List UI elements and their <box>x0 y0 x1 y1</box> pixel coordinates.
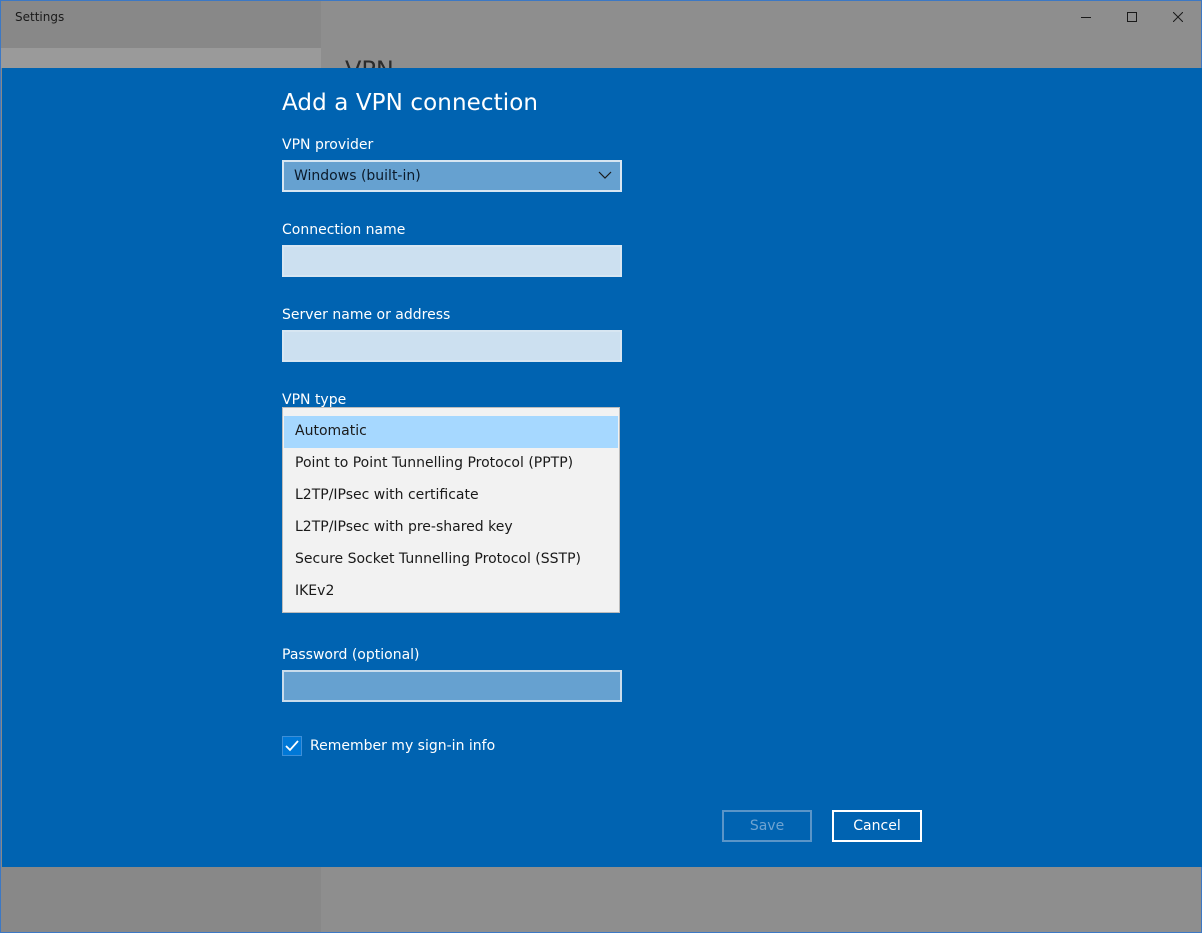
maximize-button[interactable] <box>1109 1 1155 33</box>
connection-name-label: Connection name <box>282 222 406 238</box>
password-label: Password (optional) <box>282 647 420 663</box>
maximize-icon <box>1127 12 1137 22</box>
remember-checkbox[interactable] <box>282 736 302 756</box>
vpn-type-dropdown-list: Automatic Point to Point Tunnelling Prot… <box>282 407 620 613</box>
vpn-type-option-ikev2[interactable]: IKEv2 <box>284 576 618 608</box>
chevron-down-icon <box>598 171 612 179</box>
window-title: Settings <box>15 10 65 24</box>
close-button[interactable] <box>1155 1 1201 33</box>
vpn-type-option-pptp[interactable]: Point to Point Tunnelling Protocol (PPTP… <box>284 448 618 480</box>
vpn-provider-select[interactable]: Windows (built-in) <box>282 160 622 192</box>
vpn-type-option-l2tp-certificate[interactable]: L2TP/IPsec with certificate <box>284 480 618 512</box>
vpn-provider-value: Windows (built-in) <box>294 168 421 184</box>
server-address-label: Server name or address <box>282 307 451 323</box>
cancel-button[interactable]: Cancel <box>832 810 922 842</box>
remember-sign-in-row[interactable]: Remember my sign-in info <box>282 736 495 756</box>
minimize-icon <box>1081 17 1091 18</box>
add-vpn-dialog: Add a VPN connection VPN provider Window… <box>2 68 1202 867</box>
vpn-type-label: VPN type <box>282 392 347 408</box>
password-input[interactable] <box>282 670 622 702</box>
vpn-type-option-automatic[interactable]: Automatic <box>284 416 618 448</box>
checkmark-icon <box>285 740 299 752</box>
remember-label: Remember my sign-in info <box>310 738 496 754</box>
title-bar: Settings <box>1 1 1201 33</box>
minimize-button[interactable] <box>1063 1 1109 33</box>
page-heading: VPN <box>345 55 394 68</box>
vpn-type-option-l2tp-psk[interactable]: L2TP/IPsec with pre-shared key <box>284 512 618 544</box>
dialog-title: Add a VPN connection <box>282 90 539 116</box>
vpn-provider-label: VPN provider <box>282 137 374 153</box>
nav-selection-strip <box>1 48 321 68</box>
save-button[interactable]: Save <box>722 810 812 842</box>
server-address-input[interactable] <box>282 330 622 362</box>
settings-window: Settings VPN Add a VPN connection VPN pr… <box>0 0 1202 933</box>
vpn-type-option-sstp[interactable]: Secure Socket Tunnelling Protocol (SSTP) <box>284 544 618 576</box>
connection-name-input[interactable] <box>282 245 622 277</box>
close-icon <box>1173 12 1183 22</box>
